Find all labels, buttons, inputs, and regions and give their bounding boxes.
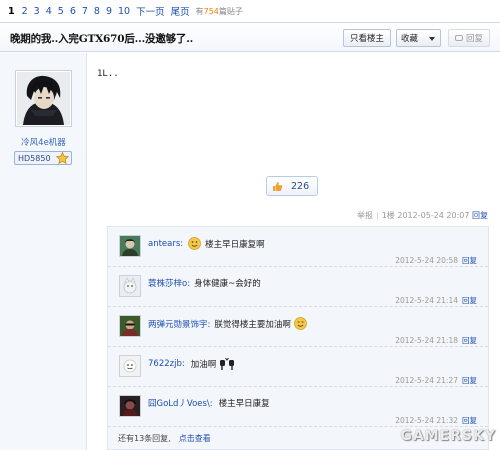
reply-reply-link[interactable]: 回复 bbox=[462, 296, 477, 305]
reply-line: 囧GoLd丿Voes\: 楼主早日康复 bbox=[148, 397, 270, 409]
reply-avatar[interactable] bbox=[119, 275, 141, 297]
reply-text: 身体健康~会好的 bbox=[194, 279, 261, 289]
reply-avatar[interactable] bbox=[119, 355, 141, 377]
favorite-label: 收藏 bbox=[401, 34, 419, 44]
pagination: 1 2 3 4 5 6 7 8 9 10 下一页 尾页 有754篇贴子 bbox=[0, 0, 500, 19]
reply-button[interactable]: 回复 bbox=[448, 29, 490, 47]
page-link[interactable]: 3 bbox=[34, 6, 40, 17]
reply-text: 加油啊 bbox=[190, 360, 217, 370]
reply-label: 回复 bbox=[465, 34, 483, 44]
thumbs-up-icon bbox=[273, 181, 283, 191]
reply-avatar[interactable] bbox=[119, 315, 141, 337]
list-item: 蓑株莎梓o: 身体健康~会好的 2012-5-24 21:14 回复 bbox=[108, 267, 488, 307]
reply-text: 楼主早日康复啊 bbox=[205, 239, 265, 250]
reply-line: 两弹元勋景饰宇: 朕觉得楼主要加油啊 bbox=[148, 317, 307, 330]
post-time: 2012-05-24 20:07 bbox=[397, 211, 470, 220]
thread-title: 晚期的我..入完GTX670后...没邀够了.. bbox=[10, 33, 194, 45]
last-page-link[interactable]: 尾页 bbox=[171, 4, 190, 18]
reply-list: antears: 楼主早日康复啊 2012-5-24 20:58 回复 蓑株莎梓o… bbox=[107, 226, 489, 450]
post-total-count: 754 bbox=[203, 6, 219, 16]
only-op-button[interactable]: 只看楼主 bbox=[343, 29, 391, 47]
reply-line: 蓑株莎梓o: 身体健康~会好的 bbox=[148, 277, 261, 289]
post-total: 有754篇贴子 bbox=[195, 6, 243, 16]
reply-time: 2012-5-24 21:27 bbox=[395, 376, 458, 385]
reply-author[interactable]: 两弹元勋景饰宇: bbox=[148, 318, 210, 330]
page-link[interactable]: 6 bbox=[70, 6, 76, 17]
comment-icon bbox=[454, 35, 463, 41]
post-content: 1L.. bbox=[97, 69, 119, 79]
reply-time: 2012-5-24 21:32 bbox=[395, 416, 458, 425]
page-current: 1 bbox=[8, 5, 15, 17]
floor-number: 1楼 bbox=[381, 211, 395, 220]
reply-time: 2012-5-24 20:58 bbox=[395, 256, 458, 265]
report-link[interactable]: 举报 bbox=[357, 211, 373, 220]
reply-reply-link[interactable]: 回复 bbox=[462, 256, 477, 265]
reply-meta: 2012-5-24 21:14 回复 bbox=[395, 295, 477, 306]
thread-header: 晚期的我..入完GTX670后...没邀够了.. 只看楼主 收藏 回复 bbox=[0, 22, 500, 52]
avatar[interactable] bbox=[15, 70, 72, 127]
reply-text: 朕觉得楼主要加油啊 bbox=[214, 319, 291, 330]
reply-meta: 2012-5-24 21:27 回复 bbox=[395, 375, 477, 386]
reply-text: 楼主早日康复 bbox=[218, 399, 270, 409]
reply-reply-link[interactable]: 回复 bbox=[462, 376, 477, 385]
author-name[interactable]: 冷风4e机器 bbox=[0, 136, 87, 148]
list-item: antears: 楼主早日康复啊 2012-5-24 20:58 回复 bbox=[108, 227, 488, 267]
reply-line: 7622zjb: 加油啊 bbox=[148, 357, 235, 371]
favorite-button[interactable]: 收藏 bbox=[396, 29, 441, 47]
reply-time: 2012-5-24 21:18 bbox=[395, 336, 458, 345]
list-item: 两弹元勋景饰宇: 朕觉得楼主要加油啊 2012-5-24 21:18 回复 bbox=[108, 307, 488, 347]
reply-meta: 2012-5-24 20:58 回复 bbox=[395, 255, 477, 266]
list-item: 囧GoLd丿Voes\: 楼主早日康复 2012-5-24 21:32 回复 bbox=[108, 387, 488, 427]
smile-emoji-icon bbox=[188, 237, 202, 250]
page-link[interactable]: 9 bbox=[106, 6, 112, 17]
author-panel: 冷风4e机器 HD5850 bbox=[0, 53, 87, 450]
page-link[interactable]: 7 bbox=[82, 6, 88, 17]
view-more-link[interactable]: 点击查看 bbox=[179, 434, 211, 443]
reply-author[interactable]: 7622zjb: bbox=[148, 359, 185, 369]
reply-line: antears: 楼主早日康复啊 bbox=[148, 237, 265, 250]
post-reply-link[interactable]: 回复 bbox=[472, 211, 488, 220]
page-link[interactable]: 10 bbox=[118, 6, 130, 17]
reply-reply-link[interactable]: 回复 bbox=[462, 336, 477, 345]
next-page-link[interactable]: 下一页 bbox=[136, 4, 165, 18]
reply-reply-link[interactable]: 回复 bbox=[462, 416, 477, 425]
reply-author[interactable]: 囧GoLd丿Voes\: bbox=[148, 397, 213, 409]
smile-emoji-icon bbox=[294, 317, 307, 330]
list-item: 7622zjb: 加油啊 2012-5-24 21:27 回复 bbox=[108, 347, 488, 387]
page-link[interactable]: 5 bbox=[58, 6, 64, 17]
reply-meta: 2012-5-24 21:18 回复 bbox=[395, 335, 477, 346]
page-link[interactable]: 8 bbox=[94, 6, 100, 17]
page-link[interactable]: 4 bbox=[46, 6, 52, 17]
reply-avatar[interactable] bbox=[119, 235, 141, 257]
reply-author[interactable]: antears: bbox=[148, 239, 183, 249]
fists-emoji-icon bbox=[220, 357, 235, 370]
rank-badge: HD5850 bbox=[14, 151, 72, 165]
watermark: GAMERSKY bbox=[400, 428, 496, 444]
reply-avatar[interactable] bbox=[119, 395, 141, 417]
level-star-icon bbox=[56, 152, 69, 164]
chevron-down-icon bbox=[429, 37, 435, 41]
reply-time: 2012-5-24 21:14 bbox=[395, 296, 458, 305]
reply-author[interactable]: 蓑株莎梓o: bbox=[148, 277, 190, 289]
like-count: 226 bbox=[291, 180, 310, 192]
more-replies-count: 还有13条回复, bbox=[118, 434, 171, 443]
reply-meta: 2012-5-24 21:32 回复 bbox=[395, 415, 477, 426]
post-meta: 举报 | 1楼 2012-05-24 20:07 回复 bbox=[357, 211, 488, 220]
more-replies: 还有13条回复, 点击查看 bbox=[118, 433, 211, 444]
rank-badge-label: HD5850 bbox=[18, 153, 51, 163]
page-link[interactable]: 2 bbox=[22, 6, 28, 17]
like-button[interactable]: 226 bbox=[266, 176, 318, 196]
